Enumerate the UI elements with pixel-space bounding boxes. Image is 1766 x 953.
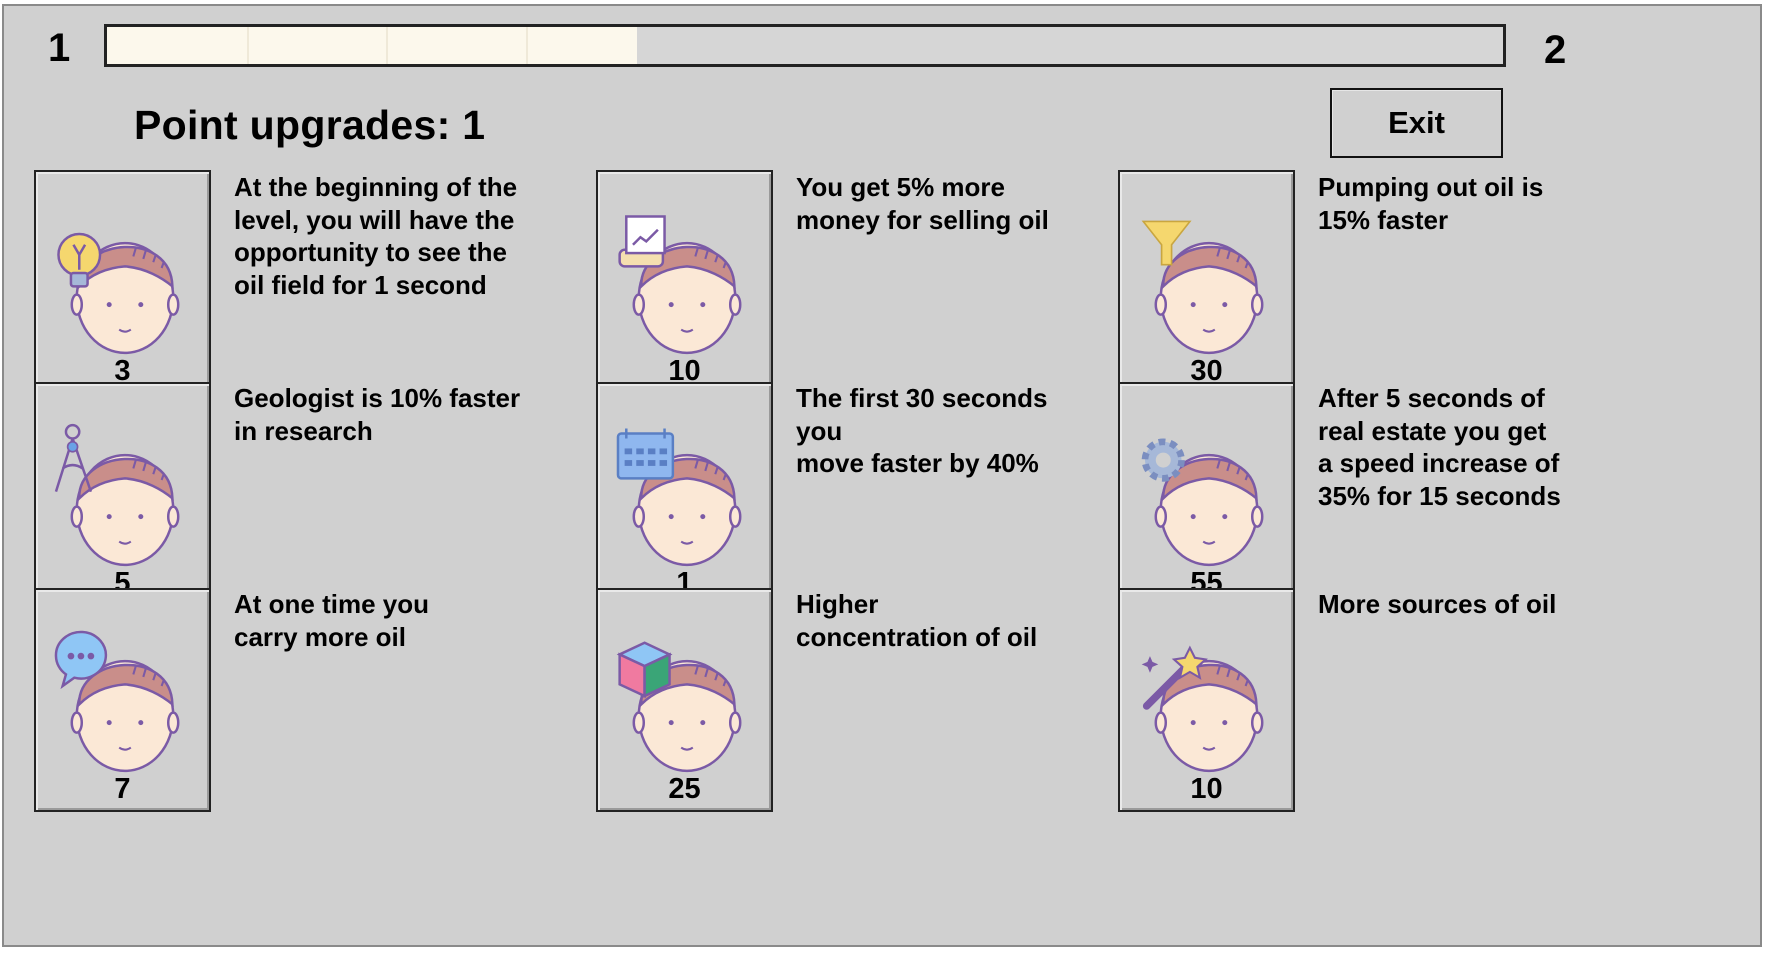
lightbulb-icon bbox=[57, 232, 180, 355]
chat-bubble-icon bbox=[54, 630, 180, 773]
progress-segment-mark bbox=[246, 27, 249, 64]
magic-wand-icon bbox=[1141, 645, 1264, 773]
chart-icon bbox=[618, 215, 742, 355]
level-progress-bar bbox=[104, 24, 1506, 67]
upgrade-cost: 10 bbox=[1190, 773, 1223, 805]
cube-icon bbox=[616, 641, 742, 773]
upgrade-card[interactable]: 25 bbox=[596, 588, 773, 812]
funnel-icon bbox=[1141, 220, 1264, 355]
next-level-number: 2 bbox=[1544, 28, 1567, 72]
upgrade-card[interactable]: 10 bbox=[1118, 588, 1295, 812]
calendar-icon bbox=[616, 428, 742, 567]
point-upgrades-title: Point upgrades: 1 bbox=[134, 102, 486, 148]
upgrade-cost: 25 bbox=[668, 773, 701, 805]
upgrade-screen: 1 2 Point upgrades: 1 Exit 3 At the begin… bbox=[2, 4, 1762, 947]
progress-segment-mark bbox=[525, 27, 528, 64]
current-level-number: 1 bbox=[48, 26, 71, 70]
upgrade-card[interactable]: 55 bbox=[1118, 382, 1295, 606]
compass-icon bbox=[54, 423, 180, 567]
upgrade-description: Higher concentration of oil bbox=[796, 589, 1038, 652]
upgrade-description: The first 30 seconds you move faster by … bbox=[796, 383, 1048, 478]
gear-icon bbox=[1141, 438, 1264, 567]
upgrade-description: At one time you carry more oil bbox=[234, 589, 430, 652]
upgrade-description: Pumping out oil is 15% faster bbox=[1318, 172, 1544, 235]
upgrade-description: You get 5% more money for selling oil bbox=[796, 172, 1049, 235]
upgrade-card[interactable]: 5 bbox=[34, 382, 211, 606]
progress-segment-mark bbox=[386, 27, 389, 64]
upgrade-cost: 7 bbox=[114, 773, 131, 805]
upgrade-description: More sources of oil bbox=[1318, 589, 1557, 619]
upgrade-card[interactable]: 3 bbox=[34, 170, 211, 394]
upgrade-card[interactable]: 7 bbox=[34, 588, 211, 812]
upgrade-card[interactable]: 10 bbox=[596, 170, 773, 394]
exit-button[interactable]: Exit bbox=[1330, 88, 1503, 158]
upgrade-card[interactable]: 1 bbox=[596, 382, 773, 606]
upgrade-card[interactable]: 30 bbox=[1118, 170, 1295, 394]
level-progress-fill bbox=[107, 27, 638, 64]
upgrade-description: Geologist is 10% faster in research bbox=[234, 383, 521, 446]
upgrade-description: After 5 seconds of real estate you get a… bbox=[1318, 383, 1561, 511]
upgrade-description: At the beginning of the level, you will … bbox=[234, 172, 518, 300]
